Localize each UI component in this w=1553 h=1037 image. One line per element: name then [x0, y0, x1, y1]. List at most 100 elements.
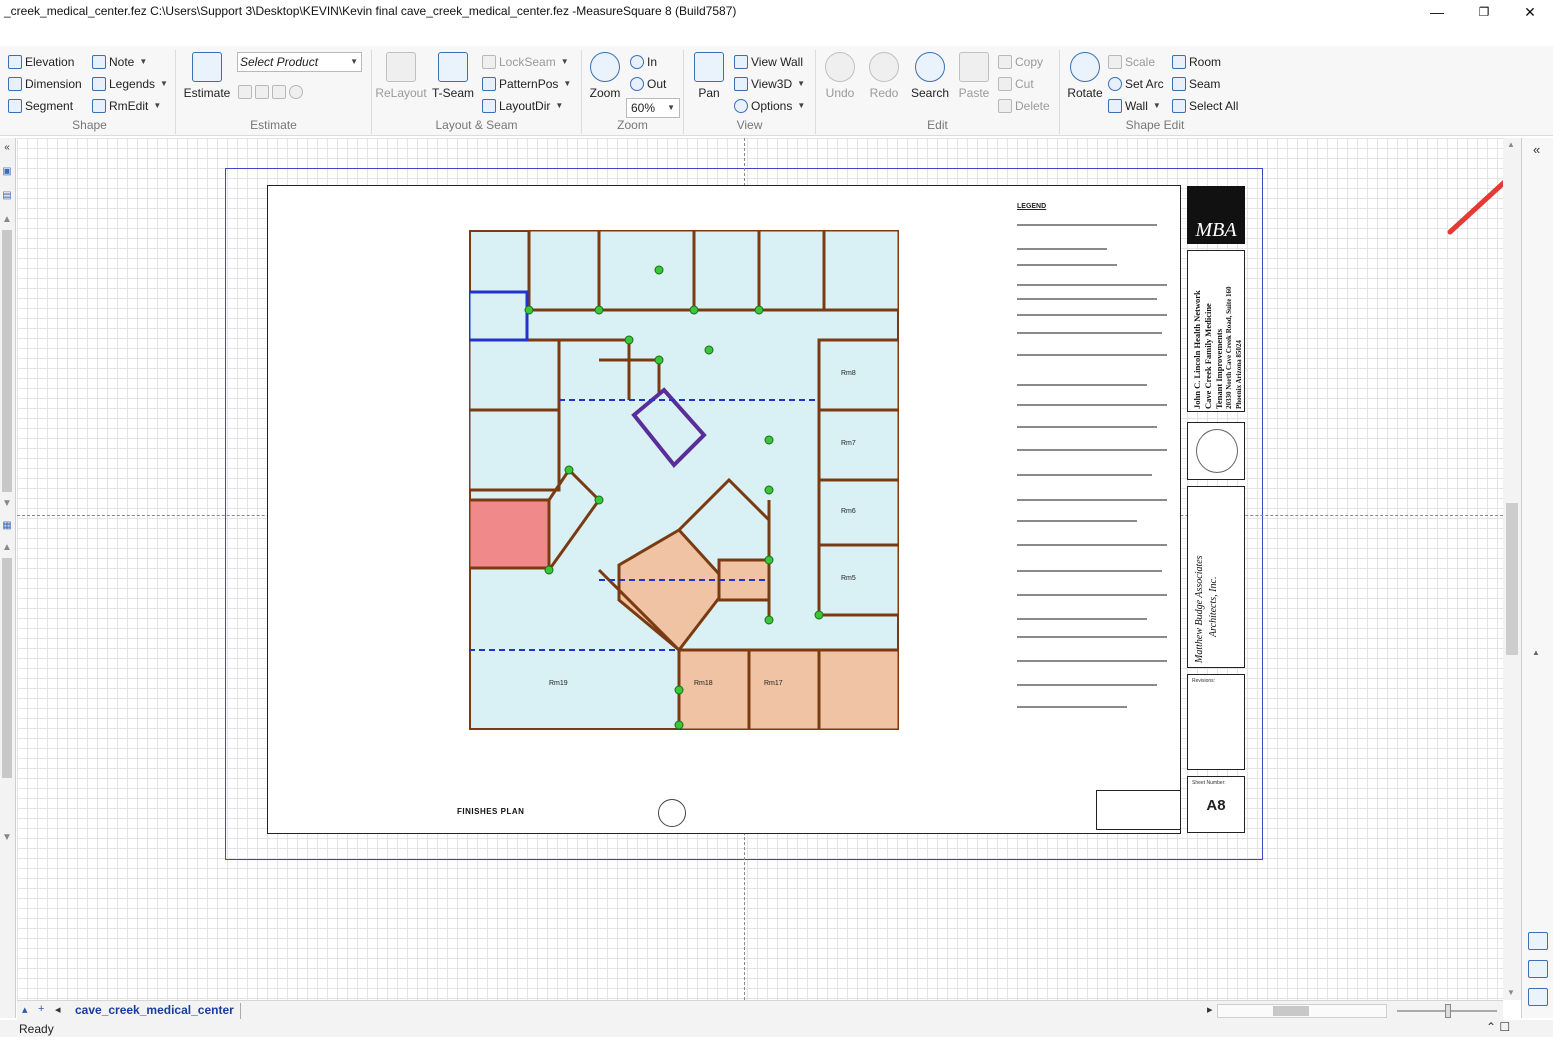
relayout-icon: [386, 52, 416, 82]
lockseam-button[interactable]: LockSeam ▼: [482, 52, 569, 72]
room-label: Rm19: [549, 680, 568, 687]
room-button[interactable]: Room: [1172, 52, 1221, 72]
dropdown-arrow-icon: ▼: [139, 57, 148, 66]
layoutdir-button[interactable]: LayoutDir ▼: [482, 96, 563, 116]
edit-group-label: Edit: [927, 118, 948, 132]
left-side-panel: « ▣ ▤ ▲ ▼ ▦ ▲ ▼: [0, 138, 16, 1018]
scroll-up-icon[interactable]: ▲: [1532, 648, 1540, 657]
list-icon[interactable]: ▤: [1, 190, 13, 202]
chevron-down-icon: ▼: [667, 103, 675, 112]
redo-button[interactable]: Redo: [864, 52, 904, 100]
scale-button[interactable]: Scale: [1108, 52, 1155, 72]
estimate-tools[interactable]: [238, 82, 303, 102]
scroll-down-icon[interactable]: ▼: [1507, 988, 1515, 997]
drawing-sheet: Rm19 Rm18 Rm17 Rm7 Rm6 Rm5 Rm8 FINISHES …: [267, 185, 1245, 834]
zoom-in-icon: [630, 55, 644, 69]
properties-icon[interactable]: [1528, 932, 1548, 950]
paste-button[interactable]: Paste: [954, 52, 994, 100]
close-button[interactable]: ✕: [1510, 2, 1550, 24]
segment-button[interactable]: Segment: [8, 96, 73, 116]
play-panel-icon[interactable]: [1528, 960, 1548, 978]
window-title: _creek_medical_center.fez C:\Users\Suppo…: [4, 4, 737, 18]
add-tab-icon[interactable]: +: [38, 1003, 44, 1015]
lock-icon: [482, 55, 496, 69]
zoom-slider[interactable]: [1397, 1004, 1497, 1018]
collapse-panel-button[interactable]: «: [1533, 142, 1540, 157]
document-tab-strip: ▴ + ◂ cave_creek_medical_center ▸: [17, 1000, 1503, 1020]
tab-prev-icon[interactable]: ◂: [55, 1003, 61, 1016]
pan-button[interactable]: Pan: [690, 52, 728, 100]
horizontal-scrollbar-thumb[interactable]: [1273, 1006, 1309, 1016]
x-icon: [998, 99, 1012, 113]
scroll-up-icon[interactable]: ▲: [1507, 140, 1515, 149]
small-room: [469, 290, 529, 342]
estimate-group-label: Estimate: [250, 118, 297, 132]
layout-seam-group: ReLayout T-Seam LockSeam ▼ PatternPos ▼ La…: [372, 50, 582, 134]
tab-scroll-up-icon[interactable]: ▴: [22, 1003, 28, 1016]
vertical-scrollbar[interactable]: ▲ ▼: [1503, 138, 1521, 1000]
zoom-level-select[interactable]: 60% ▼: [626, 98, 680, 118]
tab-cave-creek[interactable]: cave_creek_medical_center: [75, 1003, 241, 1019]
view3d-button[interactable]: View3D ▼: [734, 74, 805, 94]
legends-button[interactable]: Legends ▼: [92, 74, 168, 94]
elevation-button[interactable]: Elevation: [8, 52, 74, 72]
patternpos-button[interactable]: PatternPos ▼: [482, 74, 571, 94]
page-panel-icon[interactable]: [1528, 988, 1548, 1006]
delete-button[interactable]: Delete: [998, 96, 1050, 116]
relayout-button[interactable]: ReLayout: [374, 52, 428, 100]
rmedit-button[interactable]: RmEdit ▼: [92, 96, 161, 116]
copy-icon: [998, 55, 1012, 69]
fit-page-icon[interactable]: ⌃: [1486, 1020, 1496, 1034]
expand-left-icon[interactable]: «: [1, 142, 13, 154]
status-icons: ⌃ ☐: [1486, 1020, 1510, 1034]
estimate-button[interactable]: Estimate: [182, 52, 232, 100]
floor-plan[interactable]: Rm19 Rm18 Rm17 Rm7 Rm6 Rm5 Rm8: [469, 230, 899, 730]
scroll-up-icon[interactable]: ▲: [1, 542, 13, 554]
dropdown-arrow-icon: ▼: [555, 101, 564, 110]
note-icon: [92, 55, 106, 69]
zoom-in-button[interactable]: In: [630, 52, 657, 72]
scroll-up-icon[interactable]: ▲: [1, 214, 13, 226]
fullscreen-icon[interactable]: ☐: [1499, 1020, 1510, 1034]
estimate-icon: [192, 52, 222, 82]
search-button[interactable]: Search: [908, 52, 952, 100]
minimize-button[interactable]: —: [1417, 2, 1457, 24]
options-button[interactable]: Options ▼: [734, 96, 805, 116]
maximize-button[interactable]: ❐: [1464, 2, 1504, 24]
scroll-down-icon[interactable]: ▼: [1, 832, 13, 844]
layers-icon[interactable]: ▣: [1, 166, 13, 178]
vertical-scrollbar-thumb[interactable]: [1506, 503, 1518, 655]
ribbon-toolbar: Elevation Dimension Segment Note ▼ Legend…: [0, 46, 1553, 136]
wall-button[interactable]: Wall ▼: [1108, 96, 1161, 116]
select-all-button[interactable]: Select All: [1172, 96, 1238, 116]
seal-box: [1187, 422, 1245, 480]
copy-button[interactable]: Copy: [998, 52, 1043, 72]
tseam-button[interactable]: T-Seam: [430, 52, 476, 100]
grid-icon[interactable]: ▦: [1, 520, 13, 532]
seam-button[interactable]: Seam: [1172, 74, 1220, 94]
scroll-down-icon[interactable]: ▼: [1, 498, 13, 510]
tab-next-icon[interactable]: ▸: [1207, 1003, 1213, 1016]
left-scrollbar-thumb-2[interactable]: [2, 558, 12, 778]
horizontal-scrollbar[interactable]: [1217, 1004, 1387, 1018]
undo-button[interactable]: Undo: [820, 52, 860, 100]
set-arc-button[interactable]: Set Arc: [1108, 74, 1164, 94]
zoom-out-button[interactable]: Out: [630, 74, 666, 94]
wall-icon: [1108, 99, 1122, 113]
zoom-button[interactable]: Zoom: [586, 52, 624, 100]
product-select[interactable]: Select Product ▼: [237, 52, 362, 72]
dropdown-arrow-icon: ▼: [563, 79, 572, 88]
left-scrollbar-thumb[interactable]: [2, 230, 12, 492]
rmedit-icon: [92, 99, 106, 113]
north-arrow-icon: [658, 799, 686, 827]
cut-button[interactable]: Cut: [998, 74, 1034, 94]
notice-stamp: [1096, 790, 1181, 830]
zoom-slider-knob[interactable]: [1445, 1004, 1451, 1018]
rotate-button[interactable]: Rotate: [1062, 52, 1108, 100]
note-button[interactable]: Note ▼: [92, 52, 147, 72]
drawing-canvas[interactable]: Rm19 Rm18 Rm17 Rm7 Rm6 Rm5 Rm8 FINISHES …: [17, 138, 1503, 1000]
view-wall-button[interactable]: View Wall: [734, 52, 803, 72]
architect-box: Matthew Budge Associates Architects, Inc…: [1187, 486, 1245, 668]
dimension-button[interactable]: Dimension: [8, 74, 82, 94]
keynotes-column: [1017, 214, 1169, 714]
